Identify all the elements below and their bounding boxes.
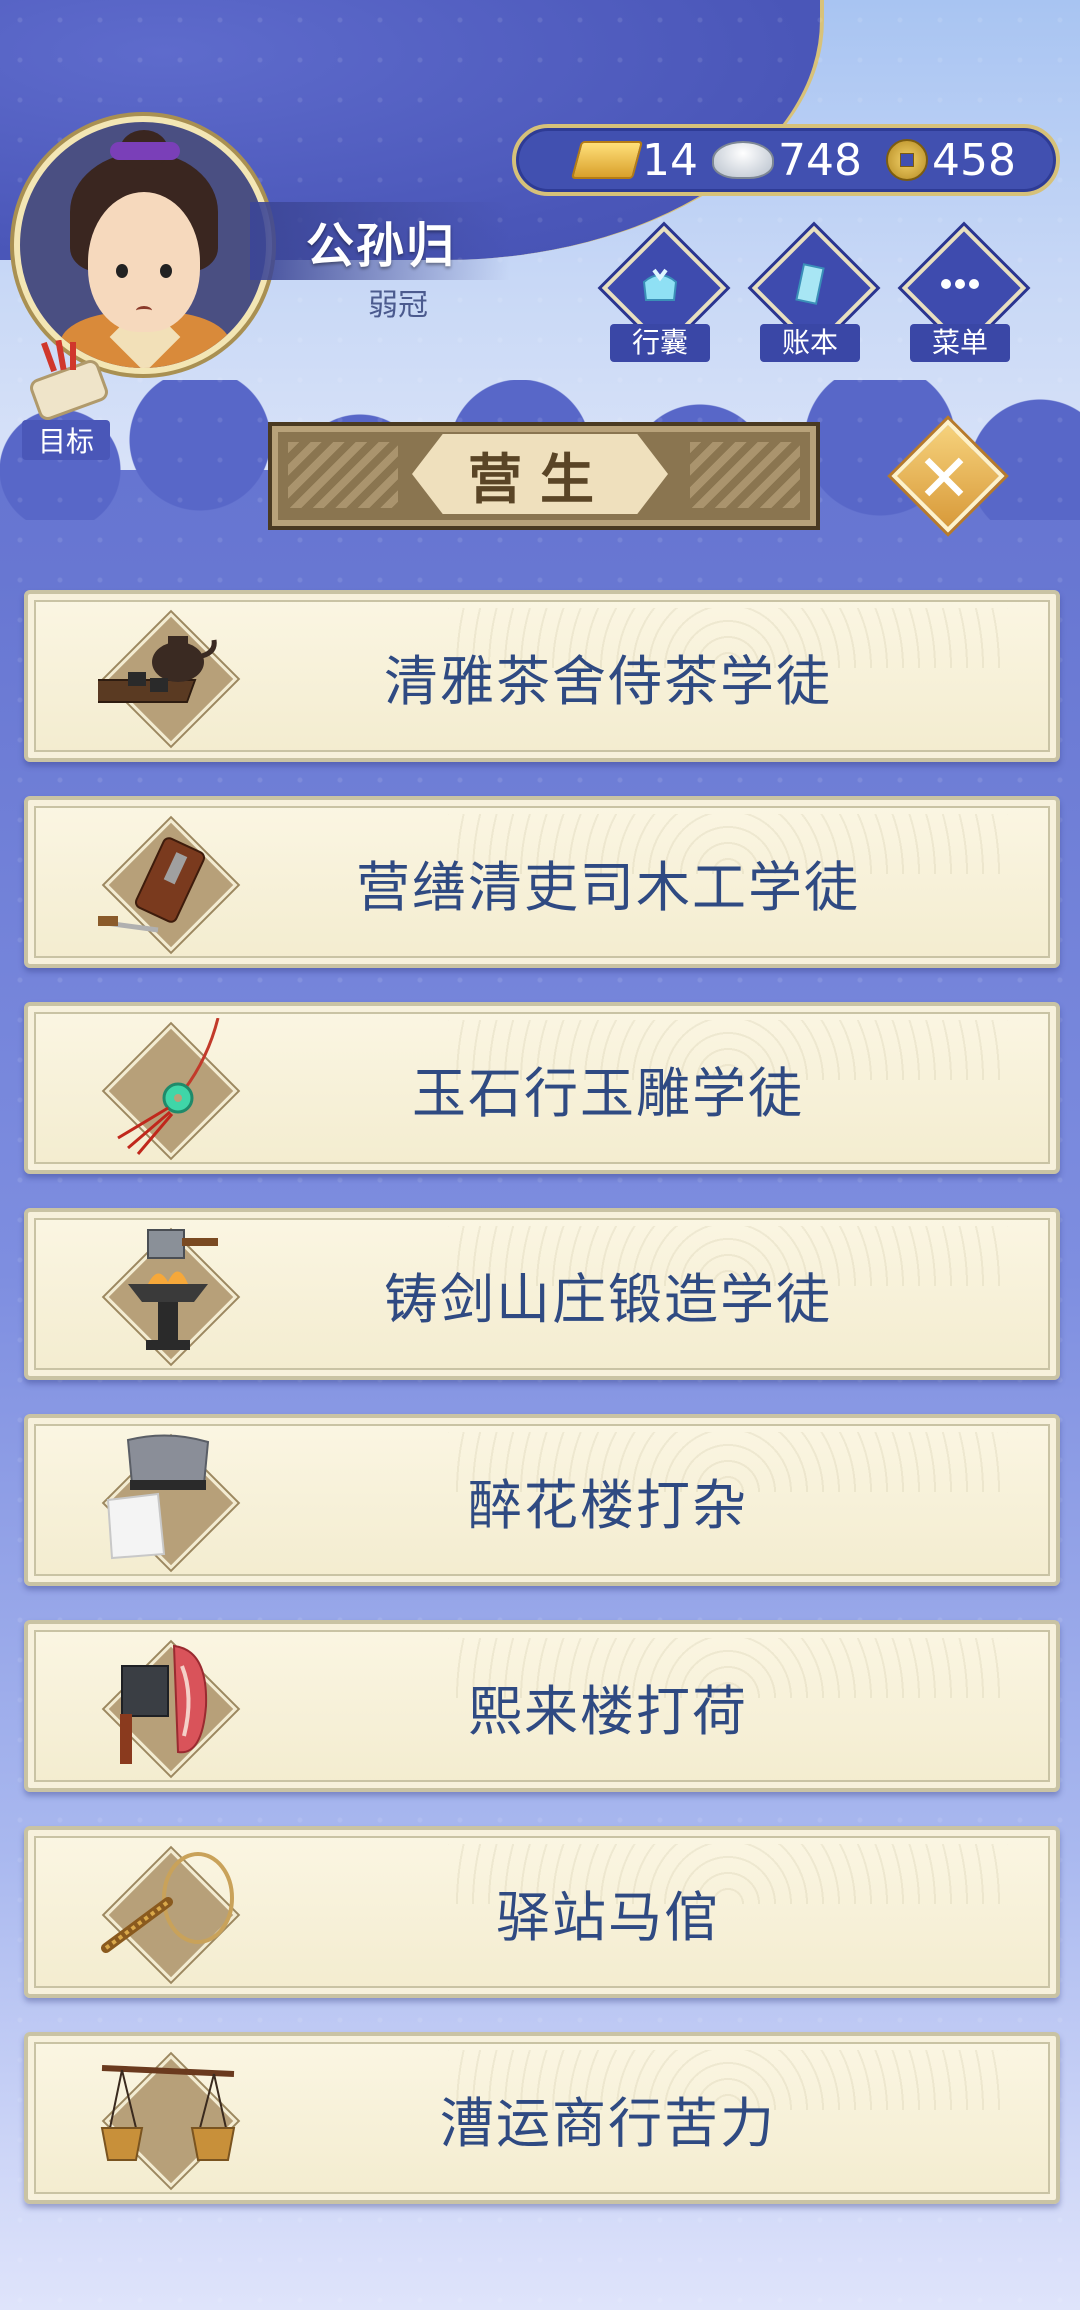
horse-whip-icon — [98, 1842, 238, 1982]
player-avatar[interactable] — [14, 116, 272, 374]
job-item-forge-apprentice[interactable]: 铸剑山庄锻造学徒 — [24, 1208, 1060, 1380]
job-icon-frame — [98, 812, 238, 952]
copper-coin-icon — [886, 139, 928, 181]
avatar-eye — [116, 264, 128, 278]
player-name: 公孙归 — [306, 218, 457, 274]
carrying-pole-icon — [98, 2048, 238, 2188]
gold-amount: 14 — [642, 134, 698, 186]
header-plaque: 营生 — [268, 422, 820, 530]
ledger-button[interactable]: 账本 — [748, 225, 877, 364]
coin-amount: 458 — [932, 134, 1016, 186]
coin-currency: 458 — [886, 134, 1016, 186]
close-icon[interactable]: ✕ — [902, 436, 986, 520]
jade-pendant-icon — [98, 1018, 238, 1158]
plaque-title-frame: 营生 — [412, 434, 668, 514]
page-title: 营生 — [468, 447, 612, 511]
job-item-jade-carver[interactable]: 玉石行玉雕学徒 — [24, 1002, 1060, 1174]
avatar-hair-ribbon — [110, 142, 180, 160]
job-icon-frame — [98, 1842, 238, 1982]
more-icon — [938, 262, 982, 306]
ledger-icon — [788, 262, 832, 306]
silver-ingot-icon — [712, 141, 774, 179]
bundle-label: 行囊 — [610, 324, 710, 362]
menu-button[interactable]: 菜单 — [898, 225, 1027, 364]
menu-label: 菜单 — [910, 324, 1010, 362]
job-icon-frame — [98, 1224, 238, 1364]
target-label[interactable]: 目标 — [22, 420, 110, 460]
bundle-icon — [638, 262, 682, 306]
job-title: 驿站马倌 — [496, 1885, 720, 1949]
job-item-tea-apprentice[interactable]: 清雅茶舍侍茶学徒 — [24, 590, 1060, 762]
job-title: 清雅茶舍侍茶学徒 — [384, 649, 832, 713]
wood-plane-icon — [98, 812, 238, 952]
job-icon-frame — [98, 1636, 238, 1776]
job-title: 熙来楼打荷 — [468, 1679, 748, 1743]
player-title: 弱冠 — [368, 288, 428, 323]
cleaver-meat-icon — [98, 1636, 238, 1776]
job-item-carpenter-apprentice[interactable]: 营缮清吏司木工学徒 — [24, 796, 1060, 968]
job-title: 漕运商行苦力 — [440, 2091, 776, 2155]
job-title: 玉石行玉雕学徒 — [412, 1061, 804, 1125]
scroll-icon[interactable] — [24, 339, 120, 426]
job-title: 醉花楼打杂 — [468, 1473, 748, 1537]
job-list: 清雅茶舍侍茶学徒 营缮清吏司木工学徒 玉石行玉雕学徒 铸剑山庄锻造学徒 醉花楼打… — [24, 590, 1060, 2238]
tea-set-icon — [98, 606, 238, 746]
job-icon-frame — [98, 1018, 238, 1158]
job-title: 铸剑山庄锻造学徒 — [384, 1267, 832, 1331]
ledger-label: 账本 — [760, 324, 860, 362]
silver-amount: 748 — [778, 134, 862, 186]
job-item-kitchen-helper[interactable]: 熙来楼打荷 — [24, 1620, 1060, 1792]
job-title: 营缮清吏司木工学徒 — [356, 855, 860, 919]
avatar-eye — [160, 264, 172, 278]
gold-currency: 14 — [570, 134, 698, 186]
currency-bar: 14 748 458 — [512, 124, 1060, 196]
cloth-hat-icon — [98, 1430, 238, 1570]
job-icon-frame — [98, 606, 238, 746]
plaque-ornament — [690, 442, 800, 508]
bundle-button[interactable]: 行囊 — [598, 225, 727, 364]
job-item-handyman[interactable]: 醉花楼打杂 — [24, 1414, 1060, 1586]
job-item-stable-hand[interactable]: 驿站马倌 — [24, 1826, 1060, 1998]
plaque-ornament — [288, 442, 398, 508]
silver-currency: 748 — [712, 134, 862, 186]
avatar-mouth — [136, 306, 152, 315]
job-item-porter[interactable]: 漕运商行苦力 — [24, 2032, 1060, 2204]
job-icon-frame — [98, 1430, 238, 1570]
gold-ingot-icon — [570, 141, 644, 179]
job-icon-frame — [98, 2048, 238, 2188]
forge-hammer-icon — [98, 1224, 238, 1364]
